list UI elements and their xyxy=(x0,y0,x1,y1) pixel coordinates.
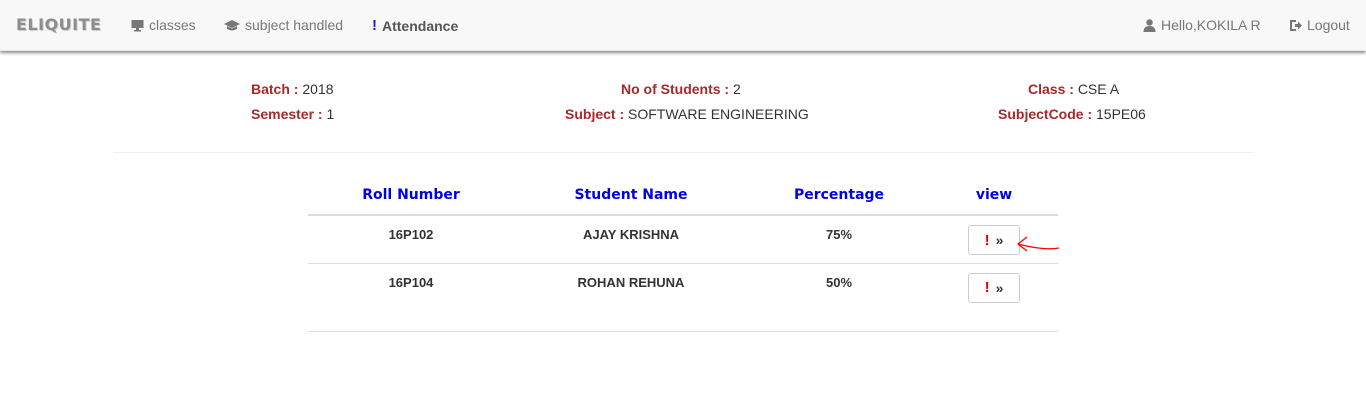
annotation-arrow-icon xyxy=(1016,236,1060,252)
nav-subject-handled-label: subject handled xyxy=(245,17,344,33)
view-details-button[interactable]: ! » xyxy=(968,272,1020,303)
top-navbar: ELIQUITE classes subject handled ! Atten… xyxy=(0,0,1366,51)
subjectcode-label: SubjectCode : xyxy=(998,106,1093,122)
class-label: Class : xyxy=(1028,81,1074,97)
user-greeting-label: Hello,KOKILA R xyxy=(1161,17,1261,33)
batch-info: Batch : 2018 xyxy=(251,81,334,97)
batch-label: Batch : xyxy=(251,81,299,97)
class-info: Class : CSE A xyxy=(1028,81,1119,97)
student-name-cell: ROHAN REHUNA xyxy=(514,263,748,332)
graduation-cap-icon xyxy=(224,19,240,32)
roll-number-cell: 16P104 xyxy=(308,263,514,332)
batch-value: 2018 xyxy=(302,81,334,97)
logout-label: Logout xyxy=(1307,17,1350,33)
nav-attendance[interactable]: ! Attendance xyxy=(372,17,458,34)
brand-logo[interactable]: ELIQUITE xyxy=(16,15,101,34)
logout-link[interactable]: Logout xyxy=(1289,17,1350,33)
exclamation-icon: ! xyxy=(984,231,990,249)
header-roll-number: Roll Number xyxy=(308,175,514,216)
table-row: 16P104 ROHAN REHUNA 50% ! » xyxy=(308,263,1058,332)
nav-attendance-label: Attendance xyxy=(382,17,459,34)
subject-value: SOFTWARE ENGINEERING xyxy=(628,106,809,122)
class-value: CSE A xyxy=(1077,81,1120,97)
nav-subject-handled[interactable]: subject handled xyxy=(224,17,343,33)
percentage-cell: 50% xyxy=(748,263,930,332)
user-greeting[interactable]: Hello,KOKILA R xyxy=(1143,17,1261,33)
table-header-row: Roll Number Student Name Percentage view xyxy=(308,175,1058,216)
semester-label: Semester : xyxy=(251,106,323,122)
exclamation-icon: ! xyxy=(984,279,990,296)
double-chevron-right-icon: » xyxy=(995,232,1004,248)
monitor-icon xyxy=(131,19,144,32)
semester-info: Semester : 1 xyxy=(251,106,334,122)
logout-icon xyxy=(1289,19,1302,32)
students-label: No of Students : xyxy=(621,81,730,97)
nav-classes[interactable]: classes xyxy=(131,17,196,33)
student-name-cell: AJAY KRISHNA xyxy=(514,215,748,264)
view-details-button[interactable]: ! » xyxy=(968,225,1020,255)
subject-info: Subject : SOFTWARE ENGINEERING xyxy=(565,106,809,122)
subject-label: Subject : xyxy=(565,106,625,122)
semester-value: 1 xyxy=(326,106,335,122)
header-percentage: Percentage xyxy=(748,175,930,216)
table-row: 16P102 AJAY KRISHNA 75% ! » xyxy=(308,215,1058,264)
percentage-cell: 75% xyxy=(748,215,930,264)
students-value: 2 xyxy=(733,81,741,97)
subjectcode-value: 15PE06 xyxy=(1096,106,1146,122)
students-info: No of Students : 2 xyxy=(621,81,741,97)
roll-number-cell: 16P102 xyxy=(308,215,514,264)
exclamation-icon: ! xyxy=(372,17,377,34)
subjectcode-info: SubjectCode : 15PE06 xyxy=(998,106,1146,122)
double-chevron-right-icon: » xyxy=(995,279,1004,296)
user-icon xyxy=(1143,18,1156,32)
header-view: view xyxy=(930,175,1058,216)
attendance-table: Roll Number Student Name Percentage view… xyxy=(308,175,1058,332)
nav-classes-label: classes xyxy=(149,17,196,33)
view-cell: ! » xyxy=(930,263,1058,332)
header-student-name: Student Name xyxy=(514,175,748,216)
section-divider xyxy=(113,152,1253,153)
